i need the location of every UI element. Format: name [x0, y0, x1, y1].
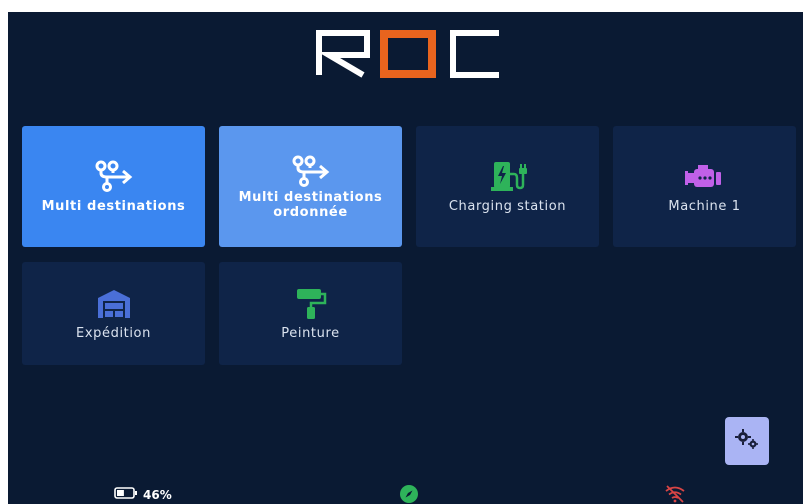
compass-icon	[399, 484, 419, 504]
roc-logo	[316, 30, 499, 78]
tile-label: Machine 1	[668, 199, 741, 214]
battery-icon	[114, 487, 138, 502]
tile-label: Expédition	[76, 326, 151, 341]
tile-machine-1[interactable]: Machine 1	[613, 126, 796, 247]
paint-roller-icon	[291, 286, 331, 320]
gears-icon	[734, 428, 760, 454]
route-multi-icon	[92, 159, 136, 193]
charging-station-icon	[488, 159, 528, 193]
status-bar: 46%	[8, 482, 803, 504]
tile-multi-destinations[interactable]: Multi destinations	[22, 126, 205, 247]
route-multi-icon	[289, 154, 333, 188]
warehouse-icon	[94, 286, 134, 320]
wifi-off-icon	[664, 485, 686, 503]
tile-label: Multi destinations	[41, 199, 186, 214]
tile-label: Charging station	[448, 199, 567, 214]
tile-expedition[interactable]: Expédition	[22, 262, 205, 365]
tile-peinture[interactable]: Peinture	[219, 262, 402, 365]
app-screen: Multi destinations Multi destinations or…	[8, 12, 803, 504]
tile-label: Multi destinations ordonnée	[238, 189, 383, 220]
engine-icon	[683, 159, 727, 193]
settings-button[interactable]	[725, 417, 769, 465]
tile-charging-station[interactable]: Charging station	[416, 126, 599, 247]
tile-label: Peinture	[281, 326, 340, 341]
battery-indicator: 46%	[114, 487, 172, 502]
tile-multi-destinations-ordonnee[interactable]: Multi destinations ordonnée	[219, 126, 402, 247]
battery-percent: 46%	[143, 487, 172, 502]
